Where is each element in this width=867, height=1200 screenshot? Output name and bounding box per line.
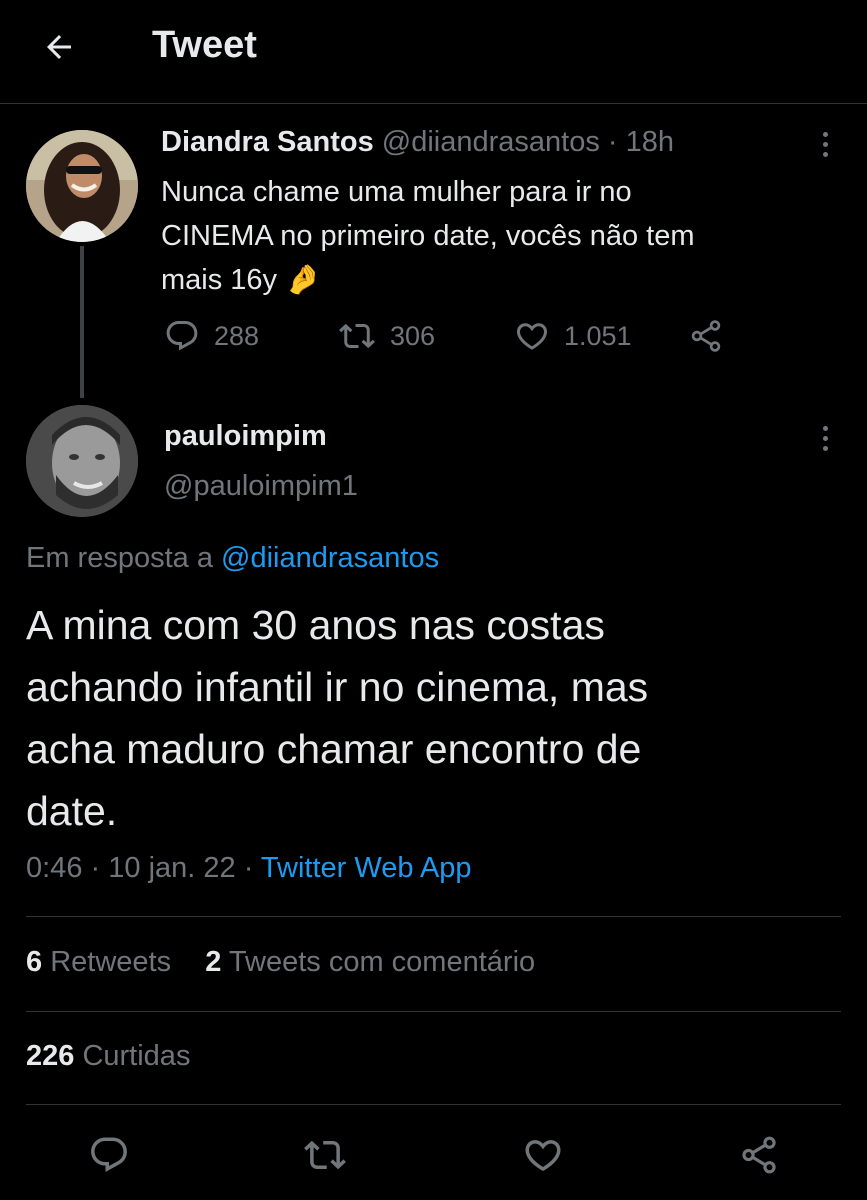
main-tweet-text: A mina com 30 anos nas costas achando in… [26,594,841,842]
reply-to-label: Em resposta a [26,542,213,574]
parent-reply-count: 288 [214,320,260,351]
likes-stat[interactable]: 226 Curtidas [26,1040,190,1073]
share-icon [742,1136,776,1174]
parent-more-button[interactable] [810,124,840,164]
tweet-date[interactable]: 10 jan. 22 [108,852,235,884]
main-text-line: date. [26,788,118,834]
parent-avatar[interactable] [26,130,138,242]
main-text-line: A mina com 30 anos nas costas [26,602,605,648]
divider [26,1104,841,1105]
parent-handle[interactable]: @diiandrasantos [382,126,600,158]
reply-icon [91,1137,127,1172]
arrow-left-icon [47,35,71,59]
reply-to-handle-link[interactable]: @diiandrasantos [221,542,439,574]
parent-text-line: Nunca chame uma mulher para ir no [161,176,632,208]
top-bar: Tweet [0,0,867,104]
retweets-label: Retweets [50,946,172,978]
man-portrait-icon [26,405,138,517]
main-display-name[interactable]: pauloimpim [164,420,327,453]
main-text-line: acha maduro chamar encontro de [26,726,642,772]
separator-dot: · [243,852,254,884]
quote-tweets-stat[interactable]: 2 Tweets com comentário [205,946,535,978]
like-button[interactable] [518,1130,568,1180]
retweets-count: 6 [26,946,43,978]
parent-reply-button[interactable]: 288 [164,318,259,354]
parent-like-button[interactable]: 1.051 [514,318,632,354]
retweet-stats-row: 6 Retweets 2 Tweets com comentário [26,946,535,979]
tweet-metadata: 0:46 · 10 jan. 22 · Twitter Web App [26,852,472,885]
separator-dot: · [607,126,618,158]
more-vertical-icon [822,131,828,137]
quote-tweets-count: 2 [205,946,222,978]
thread-connector-line [80,246,84,398]
retweet-button[interactable] [300,1130,350,1180]
more-vertical-icon [822,425,828,431]
heart-icon [525,1140,561,1172]
parent-display-name[interactable]: Diandra Santos [161,126,374,158]
retweets-stat[interactable]: 6 Retweets [26,946,179,978]
parent-share-button[interactable] [688,318,724,354]
heart-icon [516,323,548,350]
retweet-icon [339,323,375,349]
reply-icon [166,321,198,351]
page-title: Tweet [152,24,257,66]
parent-like-count: 1.051 [564,320,632,351]
reply-button[interactable] [84,1130,134,1180]
likes-label: Curtidas [82,1040,191,1072]
share-icon [691,320,721,352]
quote-tweets-label: Tweets com comentário [228,946,536,978]
parent-tweet-text: Nunca chame uma mulher para ir no CINEMA… [161,170,821,302]
parent-tweet-header: Diandra Santos @diiandrasantos · 18h [161,126,674,159]
back-button[interactable] [34,22,84,72]
main-avatar[interactable] [26,405,138,517]
divider [26,916,841,917]
pinched-fingers-emoji: 🤌 [285,264,322,296]
divider [26,1011,841,1012]
main-more-button[interactable] [810,418,840,458]
parent-timestamp[interactable]: 18h [626,126,674,158]
parent-text-line: CINEMA no primeiro date, vocês não tem [161,220,695,252]
woman-portrait-icon [26,130,138,242]
parent-retweet-button[interactable]: 306 [338,318,435,354]
share-button[interactable] [734,1130,784,1180]
parent-text-line: mais 16y 🤌 [161,264,322,296]
main-handle[interactable]: @pauloimpim1 [164,470,358,503]
main-text-line: achando infantil ir no cinema, mas [26,664,649,710]
likes-count: 226 [26,1040,75,1072]
tweet-source-link[interactable]: Twitter Web App [261,852,472,884]
parent-retweet-count: 306 [390,320,436,351]
tweet-time[interactable]: 0:46 [26,852,82,884]
retweet-icon [304,1140,346,1170]
reply-context: Em resposta a @diiandrasantos [26,542,439,575]
separator-dot: · [90,852,101,884]
